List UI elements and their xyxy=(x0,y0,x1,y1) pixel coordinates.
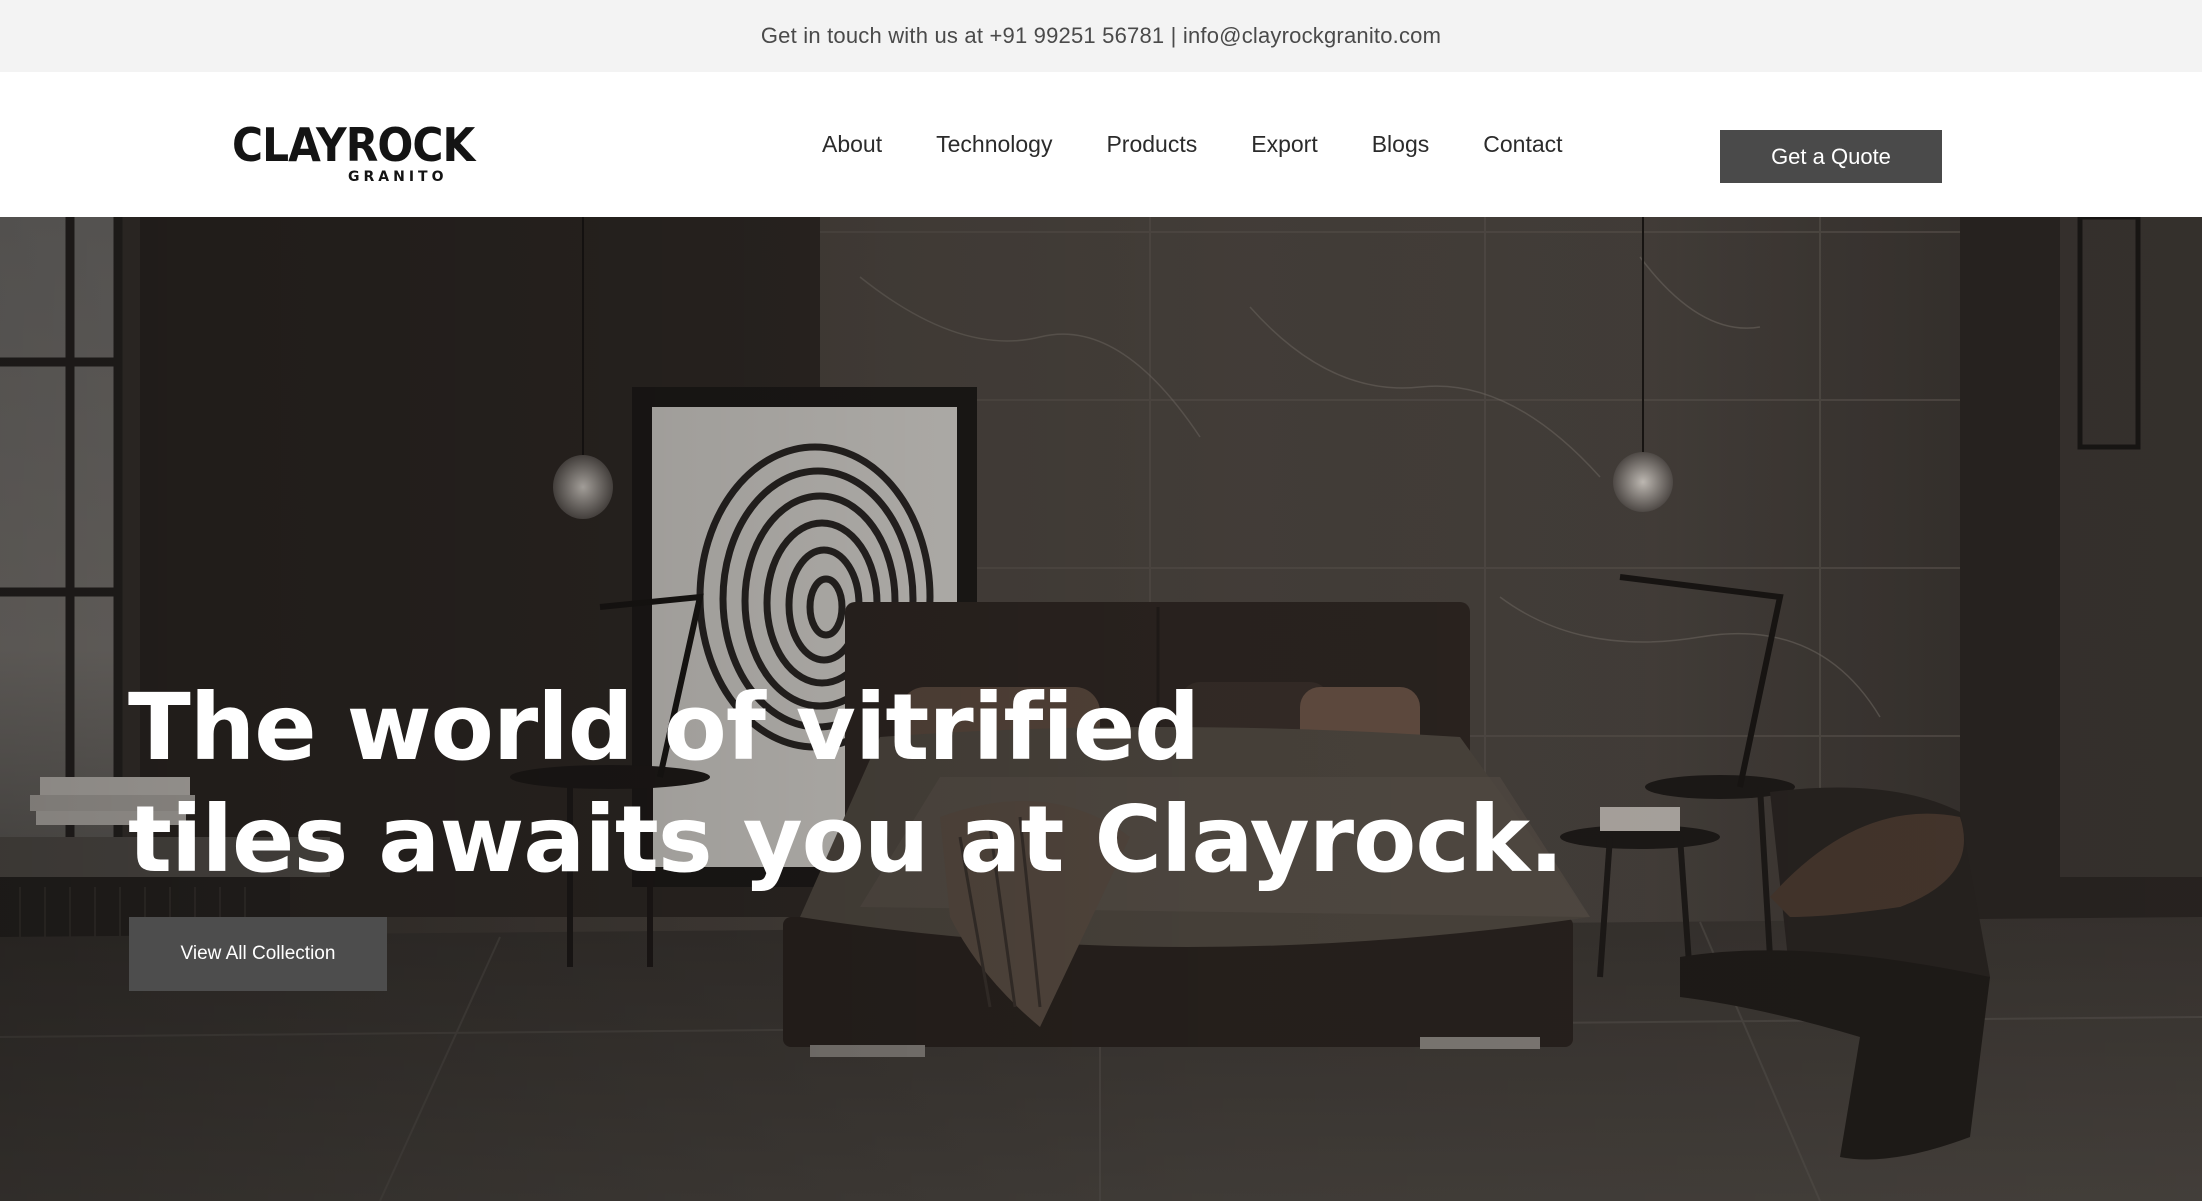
top-contact-bar: Get in touch with us at +91 99251 56781 … xyxy=(0,0,2202,72)
view-all-collection-button[interactable]: View All Collection xyxy=(129,917,387,991)
main-nav: About Technology Products Export Blogs C… xyxy=(822,72,1563,217)
nav-item-products[interactable]: Products xyxy=(1106,131,1197,158)
hero-headline: The world of vitrified tiles awaits you … xyxy=(128,672,1564,896)
nav-item-technology[interactable]: Technology xyxy=(936,131,1052,158)
logo-tagline: GRANITO xyxy=(348,169,448,185)
clayrock-logo[interactable]: CLAYROCK GRANITO xyxy=(232,122,482,188)
nav-item-about[interactable]: About xyxy=(822,131,882,158)
nav-item-blogs[interactable]: Blogs xyxy=(1372,131,1430,158)
contact-text: Get in touch with us at +91 99251 56781 … xyxy=(760,23,1442,48)
nav-item-export[interactable]: Export xyxy=(1251,131,1317,158)
hero-headline-line-2: tiles awaits you at Clayrock. xyxy=(128,786,1564,893)
get-a-quote-button[interactable]: Get a Quote xyxy=(1720,130,1942,183)
logo-wordmark: CLAYROCK xyxy=(232,118,475,172)
site-header: CLAYROCK GRANITO About Technology Produc… xyxy=(0,72,2202,217)
hero-section: The world of vitrified tiles awaits you … xyxy=(0,217,2202,1201)
nav-item-contact[interactable]: Contact xyxy=(1483,131,1562,158)
hero-headline-line-1: The world of vitrified xyxy=(128,674,1200,781)
